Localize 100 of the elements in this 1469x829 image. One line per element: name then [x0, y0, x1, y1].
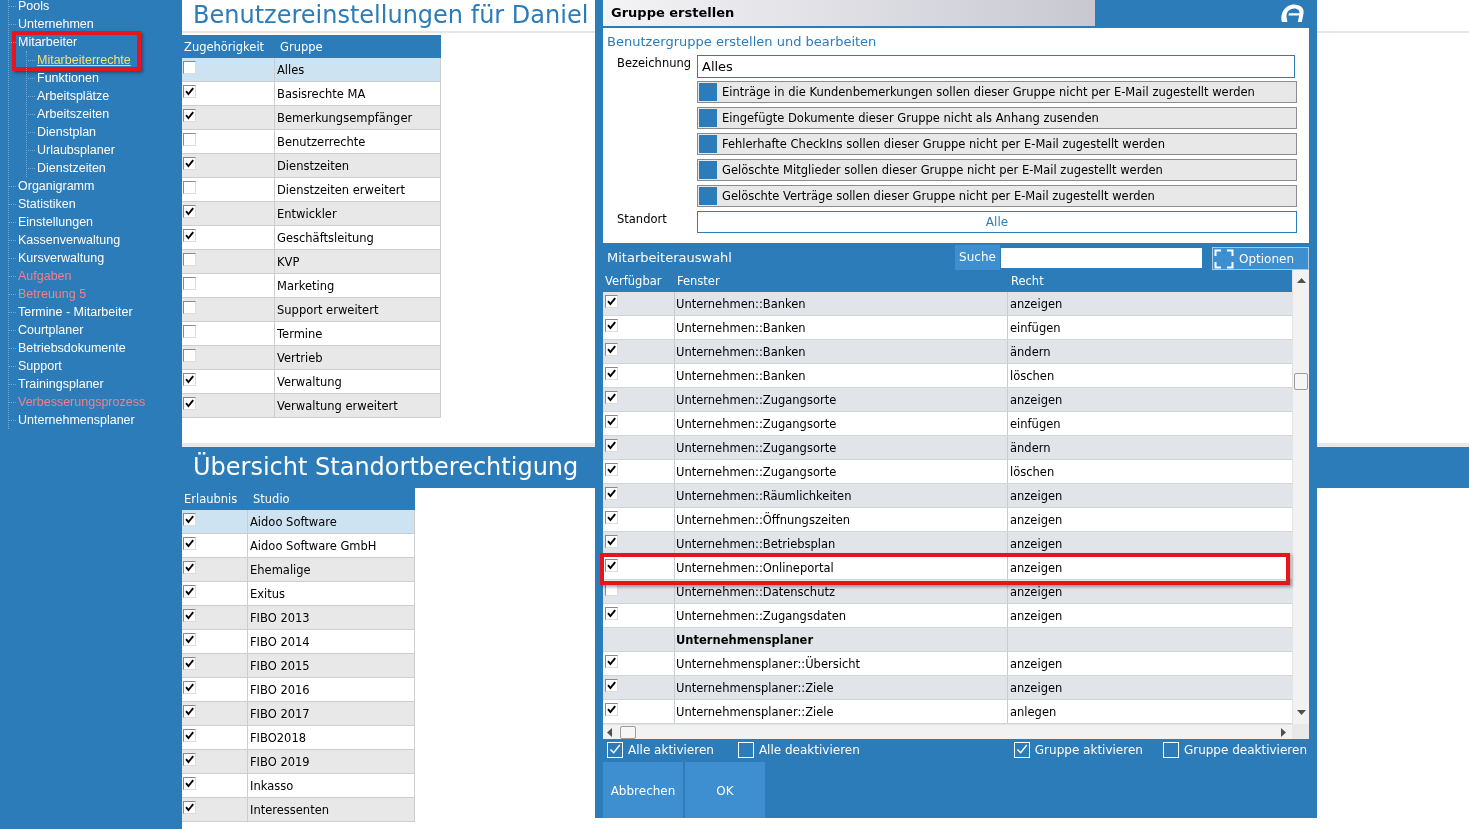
sidebar-item[interactable]: Organigramm — [18, 177, 95, 195]
search-field[interactable] — [1001, 247, 1202, 268]
checkbox[interactable] — [183, 513, 196, 526]
checkbox[interactable] — [183, 729, 196, 742]
sidebar-subitem[interactable]: Funktionen — [37, 69, 99, 87]
checkbox[interactable] — [183, 373, 196, 386]
table-row[interactable]: Entwickler — [182, 202, 441, 226]
checkbox-label[interactable]: Alle deaktivieren — [758, 743, 860, 757]
sidebar-item[interactable]: Support — [18, 357, 62, 375]
checkbox[interactable] — [605, 439, 618, 452]
name-field[interactable]: Alles — [697, 55, 1295, 78]
sidebar-subitem[interactable]: Dienstzeiten — [37, 159, 106, 177]
table-row[interactable]: Interessenten — [182, 798, 415, 822]
table-row[interactable]: KVP — [182, 250, 441, 274]
option-toggle[interactable]: Fehlerhafte CheckIns sollen dieser Gruppe nicht per E-Mail zugestellt werden — [697, 133, 1297, 155]
checkbox[interactable] — [183, 301, 196, 314]
sidebar-item[interactable]: Unternehmen — [18, 15, 94, 33]
sidebar-item[interactable]: Pools — [18, 0, 50, 15]
table-row[interactable]: Benutzerrechte — [182, 130, 441, 154]
checkbox[interactable] — [605, 391, 618, 404]
table-row[interactable]: FIBO 2016 — [182, 678, 415, 702]
table-row[interactable]: Inkasso — [182, 774, 415, 798]
location-field[interactable]: Alle — [697, 211, 1297, 233]
checkbox[interactable] — [605, 559, 618, 572]
table-row[interactable]: Geschäftsleitung — [182, 226, 441, 250]
left-arrow-icon[interactable] — [607, 727, 612, 737]
table-row[interactable]: Exitus — [182, 582, 415, 606]
checkbox[interactable] — [183, 205, 196, 218]
checkbox[interactable] — [183, 61, 196, 74]
vertical-scrollbar[interactable] — [1292, 270, 1309, 724]
checkbox[interactable] — [699, 109, 717, 127]
checkbox[interactable] — [183, 181, 196, 194]
option-toggle[interactable]: Gelöschte Verträge sollen dieser Gruppe nicht per E-Mail zugestellt werden — [697, 185, 1297, 207]
checkbox-label[interactable]: Gruppe aktivieren — [1034, 743, 1143, 757]
checkbox[interactable] — [605, 679, 618, 692]
option-toggle[interactable]: Einträge in die Kundenbemerkungen sollen dieser Gruppe nicht per E-Mail zugestellt werden — [697, 81, 1297, 103]
table-row[interactable]: Ehemalige — [182, 558, 415, 582]
table-row[interactable]: Alles — [182, 58, 441, 82]
checkbox[interactable] — [183, 277, 196, 290]
checkbox[interactable] — [183, 561, 196, 574]
table-row[interactable]: Dienstzeiten — [182, 154, 441, 178]
checkbox[interactable] — [605, 487, 618, 500]
checkbox[interactable] — [183, 349, 196, 362]
table-row[interactable]: Vertrieb — [182, 346, 441, 370]
checkbox[interactable] — [605, 295, 618, 308]
table-row[interactable]: Termine — [182, 322, 441, 346]
checkbox[interactable] — [183, 157, 196, 170]
down-arrow-icon[interactable] — [1296, 710, 1306, 715]
checkbox[interactable] — [699, 83, 717, 101]
checkbox[interactable] — [183, 229, 196, 242]
table-row[interactable]: Marketing — [182, 274, 441, 298]
checkbox[interactable] — [699, 187, 717, 205]
sidebar-item[interactable]: Kassenverwaltung — [18, 231, 121, 249]
checkbox[interactable] — [605, 343, 618, 356]
table-row[interactable]: FIBO 2015 — [182, 654, 415, 678]
table-row[interactable]: Aidoo Software GmbH — [182, 534, 415, 558]
checkbox[interactable] — [605, 367, 618, 380]
checkbox[interactable] — [183, 397, 196, 410]
checkbox-label[interactable]: Alle aktivieren — [628, 743, 714, 757]
checkbox[interactable] — [605, 319, 618, 332]
right-arrow-icon[interactable] — [1281, 727, 1286, 737]
table-row[interactable]: FIBO 2017 — [182, 702, 415, 726]
up-arrow-icon[interactable] — [1296, 278, 1306, 283]
scrollbar-thumb[interactable] — [620, 725, 636, 739]
sidebar-subitem[interactable]: Arbeitszeiten — [37, 105, 110, 123]
checkbox-label[interactable]: Gruppe deaktivieren — [1183, 743, 1307, 757]
checkbox[interactable] — [183, 681, 196, 694]
table-row[interactable]: FIBO 2014 — [182, 630, 415, 654]
checkbox[interactable] — [183, 801, 196, 814]
sidebar-item[interactable]: Unternehmensplaner — [18, 411, 135, 429]
scrollbar-thumb[interactable] — [1294, 373, 1308, 390]
checkbox[interactable] — [605, 463, 618, 476]
checkbox[interactable] — [183, 133, 196, 146]
sidebar-item[interactable]: Termine - Mitarbeiter — [18, 303, 133, 321]
option-toggle[interactable]: Eingefügte Dokumente dieser Gruppe nicht als Anhang zusenden — [697, 107, 1297, 129]
checkbox[interactable] — [605, 415, 618, 428]
sidebar-subitem[interactable]: Arbeitsplätze — [37, 87, 110, 105]
checkbox[interactable] — [699, 135, 717, 153]
sidebar-item[interactable]: Trainingsplaner — [18, 375, 104, 393]
sidebar-item[interactable]: Mitarbeiter — [18, 33, 78, 51]
checkbox[interactable] — [183, 633, 196, 646]
horizontal-scrollbar[interactable] — [603, 724, 1292, 739]
checkbox[interactable] — [183, 253, 196, 266]
table-row[interactable]: Bemerkungsempfänger — [182, 106, 441, 130]
checkbox[interactable] — [183, 657, 196, 670]
table-row[interactable]: Support erweitert — [182, 298, 441, 322]
sidebar-subitem[interactable]: Dienstplan — [37, 123, 97, 141]
checkbox[interactable] — [183, 777, 196, 790]
checkbox[interactable] — [183, 753, 196, 766]
table-row[interactable]: FIBO 2019 — [182, 750, 415, 774]
checkbox[interactable] — [605, 607, 618, 620]
checkbox[interactable] — [183, 705, 196, 718]
sidebar-item[interactable]: Courtplaner — [18, 321, 84, 339]
checkbox[interactable] — [699, 161, 717, 179]
sidebar-subitem[interactable]: Urlaubsplaner — [37, 141, 115, 159]
table-row[interactable]: Aidoo Software — [182, 510, 415, 534]
checkbox[interactable] — [183, 109, 196, 122]
checkbox[interactable] — [605, 511, 618, 524]
table-row[interactable]: Basisrechte MA — [182, 82, 441, 106]
checkbox[interactable] — [183, 325, 196, 338]
